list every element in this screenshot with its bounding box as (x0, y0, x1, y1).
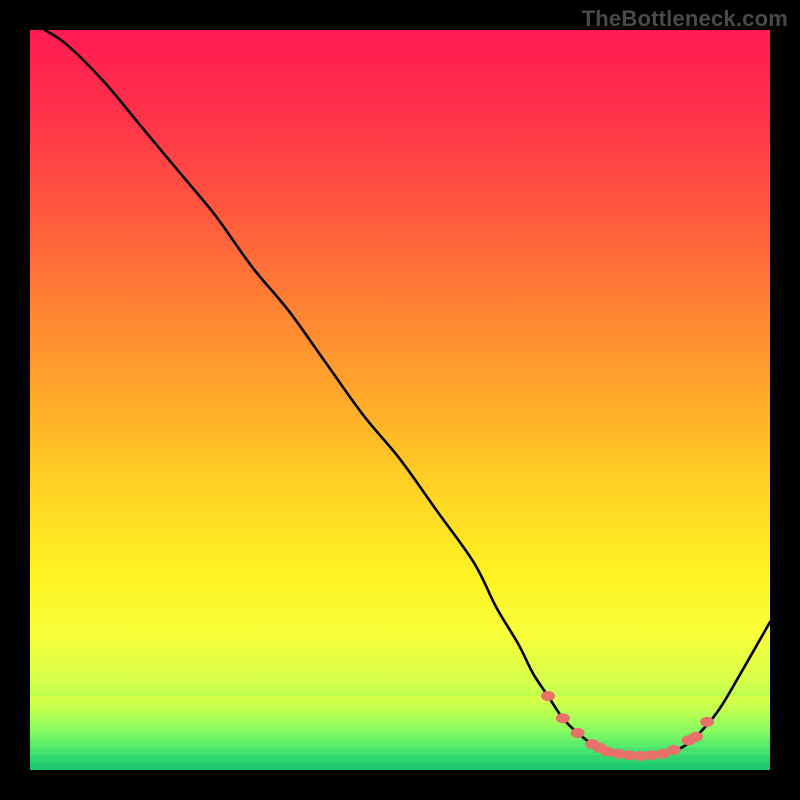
green-bottom-bands (30, 696, 770, 770)
bottleneck-chart (30, 30, 770, 770)
watermark-text: TheBottleneck.com (582, 6, 788, 32)
marker-dot (667, 745, 681, 755)
marker-dot (541, 691, 555, 701)
gradient-background (30, 30, 770, 770)
chart-frame: TheBottleneck.com (0, 0, 800, 800)
plot-area (30, 30, 770, 770)
marker-dot (689, 732, 703, 742)
marker-dot (700, 717, 714, 727)
marker-dot (556, 713, 570, 723)
marker-dot (571, 728, 585, 738)
